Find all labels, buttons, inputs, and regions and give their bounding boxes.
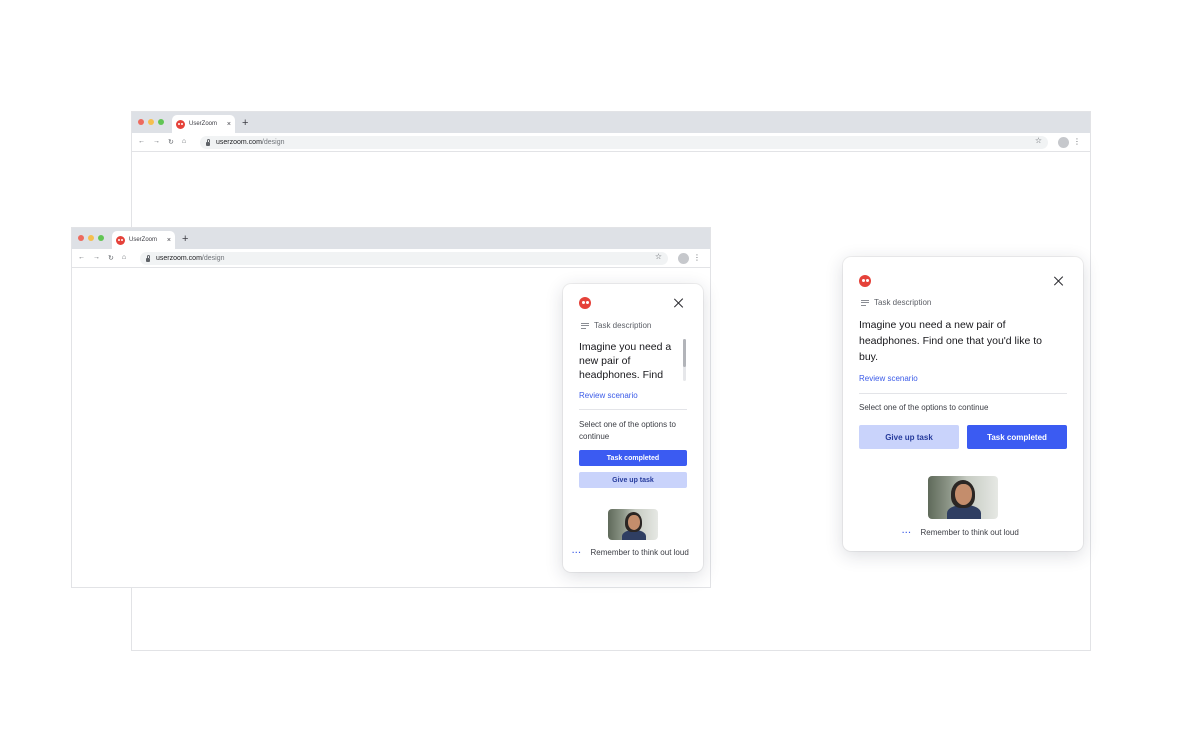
home-icon[interactable]: ⌂: [182, 138, 186, 146]
address-bar-row: ← → ↻ ⌂ userzoom.com/design ☆ ⋮: [72, 249, 710, 268]
close-window-button[interactable]: [138, 119, 144, 125]
think-aloud-reminder: ··· Remember to think out loud: [572, 548, 689, 557]
task-description-text: Task description: [874, 298, 932, 307]
give-up-task-button[interactable]: Give up task: [579, 472, 687, 488]
select-prompt: Select one of the options to continue: [579, 420, 676, 441]
star-icon[interactable]: ☆: [655, 252, 662, 261]
task-description-label: Task description: [861, 298, 931, 307]
task-text: Imagine you need a new pair of headphone…: [579, 341, 672, 381]
tab-title: UserZoom: [189, 121, 218, 127]
review-scenario-link[interactable]: Review scenario: [859, 374, 918, 383]
think-aloud-reminder: ··· Remember to think out loud: [902, 528, 1019, 537]
new-tab-button[interactable]: +: [182, 232, 188, 246]
maximize-window-button[interactable]: [98, 235, 104, 241]
task-description-icon: [581, 322, 589, 329]
forward-arrow-icon[interactable]: →: [93, 254, 100, 262]
webcam-preview: [928, 476, 998, 519]
home-icon[interactable]: ⌂: [122, 254, 126, 262]
url-host: userzoom.com: [216, 139, 262, 146]
task-completed-button[interactable]: Task completed: [579, 450, 687, 466]
profile-avatar[interactable]: [1058, 137, 1069, 148]
menu-icon[interactable]: ⋮: [693, 253, 701, 263]
close-icon[interactable]: [674, 298, 684, 308]
task-widget-expanded: Task description Imagine you need a new …: [843, 257, 1083, 551]
browser-tab[interactable]: UserZoom ×: [112, 231, 175, 249]
url-field[interactable]: userzoom.com/design: [140, 252, 668, 265]
userzoom-favicon-icon: [116, 235, 125, 245]
browser-tab[interactable]: UserZoom ×: [172, 115, 235, 133]
window-controls: [78, 235, 104, 241]
think-aloud-dots-icon: ···: [572, 548, 582, 557]
forward-arrow-icon[interactable]: →: [153, 138, 160, 146]
navigation-buttons: ← → ↻ ⌂: [132, 138, 200, 146]
select-prompt: Select one of the options to continue: [859, 403, 989, 412]
navigation-buttons: ← → ↻ ⌂: [72, 254, 140, 262]
webcam-person-face: [628, 515, 640, 530]
tab-close-icon[interactable]: ×: [227, 121, 231, 128]
window-controls: [138, 119, 164, 125]
reload-icon[interactable]: ↻: [108, 254, 114, 262]
task-completed-button[interactable]: Task completed: [967, 425, 1067, 449]
url-path: /design: [261, 139, 285, 146]
webcam-person-face: [955, 484, 972, 505]
menu-icon[interactable]: ⋮: [1073, 137, 1081, 147]
close-window-button[interactable]: [78, 235, 84, 241]
minimize-window-button[interactable]: [88, 235, 94, 241]
task-widget-compact: Task description Imagine you need a new …: [563, 284, 703, 572]
divider: [579, 409, 687, 410]
back-arrow-icon[interactable]: ←: [138, 138, 145, 146]
scrollbar-thumb[interactable]: [683, 339, 686, 367]
tab-strip: UserZoom × +: [132, 112, 1090, 133]
tab-strip: UserZoom × +: [72, 228, 710, 249]
tab-close-icon[interactable]: ×: [167, 237, 171, 244]
review-scenario-link[interactable]: Review scenario: [579, 391, 638, 400]
close-icon[interactable]: [1054, 276, 1064, 286]
url-path: /design: [201, 255, 225, 262]
lock-icon: [206, 139, 210, 146]
task-description-label: Task description: [581, 321, 651, 330]
divider: [859, 393, 1067, 394]
userzoom-favicon-icon: [176, 119, 185, 129]
new-tab-button[interactable]: +: [242, 116, 248, 130]
maximize-window-button[interactable]: [158, 119, 164, 125]
webcam-preview: [608, 509, 658, 540]
lock-icon: [146, 255, 150, 262]
url-host: userzoom.com: [156, 255, 202, 262]
minimize-window-button[interactable]: [148, 119, 154, 125]
profile-avatar[interactable]: [678, 253, 689, 264]
think-aloud-text: Remember to think out loud: [920, 528, 1019, 537]
userzoom-logo-icon: [859, 275, 871, 287]
reload-icon[interactable]: ↻: [168, 138, 174, 146]
back-arrow-icon[interactable]: ←: [78, 254, 85, 262]
tab-title: UserZoom: [129, 237, 158, 243]
think-aloud-text: Remember to think out loud: [590, 548, 689, 557]
userzoom-logo-icon: [579, 297, 591, 309]
address-bar-row: ← → ↻ ⌂ userzoom.com/design ☆ ⋮: [132, 133, 1090, 152]
task-text: Imagine you need a new pair of headphone…: [859, 319, 1042, 363]
url-field[interactable]: userzoom.com/design: [200, 136, 1048, 149]
star-icon[interactable]: ☆: [1035, 136, 1042, 145]
give-up-task-button[interactable]: Give up task: [859, 425, 959, 449]
task-description-text: Task description: [594, 321, 652, 330]
task-text-scrollbar[interactable]: [683, 339, 686, 381]
think-aloud-dots-icon: ···: [902, 528, 912, 537]
task-description-icon: [861, 299, 869, 306]
